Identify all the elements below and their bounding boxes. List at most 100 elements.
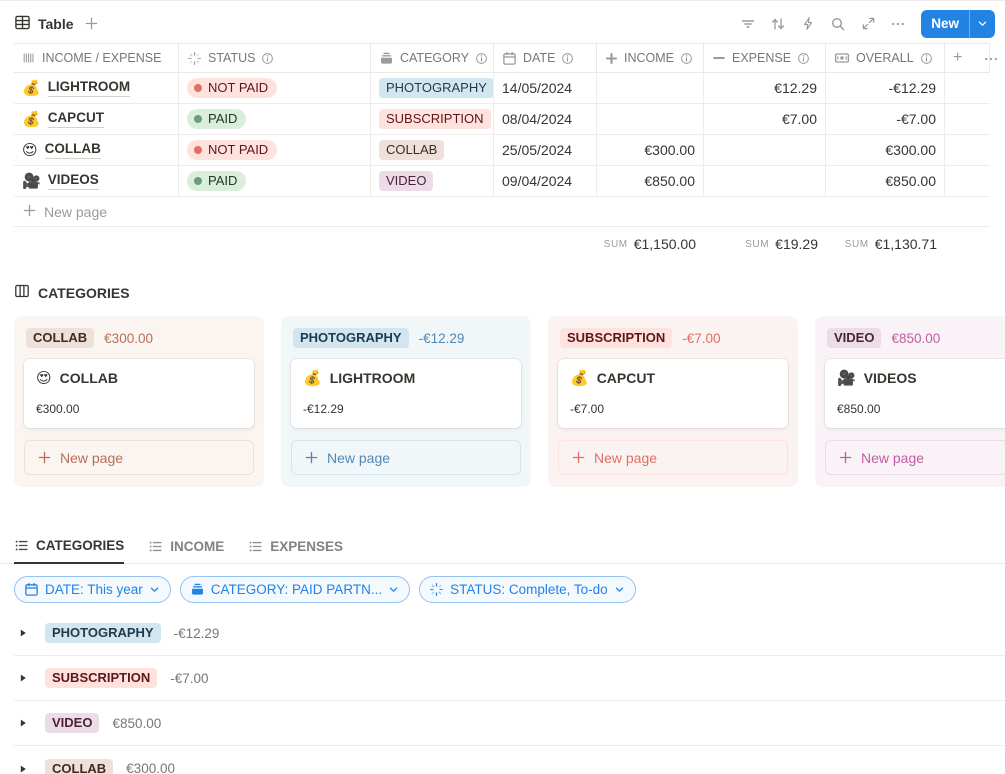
cell-expense[interactable]: €7.00 [704, 104, 826, 134]
status-dot [194, 115, 202, 123]
board-new-page-button[interactable]: New page [558, 440, 788, 476]
cell-date[interactable]: 14/05/2024 [494, 73, 597, 103]
overall-sum[interactable]: SUM €1,130.71 [826, 227, 945, 261]
tab-expenses[interactable]: EXPENSES [248, 538, 343, 564]
add-view-icon[interactable] [84, 16, 99, 31]
info-icon[interactable] [920, 52, 933, 65]
board-column-photography: PHOTOGRAPHY -€12.29 💰 LIGHTROOM -€12.29 New p… [281, 316, 531, 488]
plus-icon [838, 450, 853, 465]
board-card[interactable]: 💰 CAPCUT -€7.00 [558, 359, 788, 429]
income-sum[interactable]: SUM €1,150.00 [597, 227, 704, 261]
collapse-triangle-icon[interactable] [14, 673, 32, 683]
column-header-expense[interactable]: EXPENSE [704, 44, 826, 72]
status-badge: PAID [187, 108, 247, 130]
table-new-page-row[interactable]: New page [14, 197, 990, 227]
filter-chip-category[interactable]: CATEGORY: PAID PARTN... [179, 576, 411, 604]
board-column-subscription: SUBSCRIPTION -€7.00 💰 CAPCUT -€7.00 New page [548, 316, 798, 488]
tab-income[interactable]: INCOME [148, 538, 224, 564]
info-icon[interactable] [797, 52, 810, 65]
cell-category[interactable]: COLLAB [371, 135, 494, 165]
cell-date[interactable]: 08/04/2024 [494, 104, 597, 134]
cell-status[interactable]: NOT PAID [179, 135, 371, 165]
cell-income[interactable]: €300.00 [597, 135, 704, 165]
cell-empty[interactable] [945, 104, 990, 134]
column-header-date[interactable]: DATE [494, 44, 597, 72]
cell-date[interactable]: 09/04/2024 [494, 166, 597, 196]
cell-category[interactable]: SUBSCRIPTION [371, 104, 494, 134]
board-column-header[interactable]: SUBSCRIPTION -€7.00 [560, 328, 786, 349]
status-label: NOT PAID [208, 141, 269, 157]
board-column-header[interactable]: PHOTOGRAPHY -€12.29 [293, 328, 519, 349]
view-tab-table[interactable]: Table [14, 14, 74, 34]
filter-chip-date[interactable]: DATE: This year [14, 576, 171, 604]
cell-income[interactable] [597, 73, 704, 103]
board-column-header[interactable]: VIDEO €850.00 [827, 328, 1005, 349]
board-card[interactable]: 🎥 VIDEOS €850.00 [825, 359, 1005, 429]
cell-income[interactable]: €850.00 [597, 166, 704, 196]
search-button[interactable] [825, 11, 851, 37]
info-icon[interactable] [261, 52, 274, 65]
sum-label: SUM [603, 238, 628, 250]
tab-categories[interactable]: CATEGORIES [14, 538, 125, 565]
cell-title[interactable]: 🎥 VIDEOS [14, 166, 179, 196]
column-header-status[interactable]: STATUS [179, 44, 371, 72]
column-header-label: EXPENSE [732, 51, 792, 65]
cell-status[interactable]: PAID [179, 104, 371, 134]
chevron-down-icon [149, 584, 160, 595]
expand-button[interactable] [855, 11, 881, 37]
collapse-triangle-icon[interactable] [14, 628, 32, 638]
info-icon[interactable] [680, 52, 693, 65]
cell-status[interactable]: PAID [179, 166, 371, 196]
cell-category[interactable]: PHOTOGRAPHY [371, 73, 494, 103]
automation-button[interactable] [795, 11, 821, 37]
info-icon[interactable] [561, 52, 574, 65]
more-button[interactable] [885, 11, 911, 37]
collapse-triangle-icon[interactable] [14, 718, 32, 728]
page-emoji: 💰 [22, 111, 41, 128]
filter-button[interactable] [735, 11, 761, 37]
cell-overall[interactable]: -€12.29 [826, 73, 945, 103]
board-new-page-button[interactable]: New page [291, 440, 521, 476]
group-row-photography: PHOTOGRAPHY -€12.29 [14, 611, 1005, 657]
collapse-triangle-icon[interactable] [14, 764, 32, 774]
column-header-category[interactable]: CATEGORY [371, 44, 494, 72]
cell-overall[interactable]: -€7.00 [826, 104, 945, 134]
cell-expense[interactable] [704, 135, 826, 165]
group-badge: VIDEO [45, 713, 100, 734]
table-more-button[interactable] [978, 44, 1004, 74]
board-card[interactable]: 💰 LIGHTROOM -€12.29 [291, 359, 521, 429]
board-column-header[interactable]: COLLAB €300.00 [26, 328, 252, 349]
cell-title[interactable]: 💰 LIGHTROOM [14, 73, 179, 103]
cell-empty[interactable] [945, 73, 990, 103]
cell-status[interactable]: NOT PAID [179, 73, 371, 103]
cell-category[interactable]: VIDEO [371, 166, 494, 196]
plus-icon [304, 450, 319, 465]
board-new-page-button[interactable]: New page [24, 440, 254, 476]
sum-empty-cell [179, 227, 371, 261]
cell-empty[interactable] [945, 166, 990, 196]
expense-sum[interactable]: SUM €19.29 [704, 227, 826, 261]
bars-icon [22, 51, 36, 65]
cell-income[interactable] [597, 104, 704, 134]
column-header-income[interactable]: INCOME [597, 44, 704, 72]
cell-title[interactable]: 💰 CAPCUT [14, 104, 179, 134]
info-icon[interactable] [475, 52, 488, 65]
cell-title[interactable]: 😍 COLLAB [14, 135, 179, 165]
cell-date[interactable]: 25/05/2024 [494, 135, 597, 165]
cell-expense[interactable]: €12.29 [704, 73, 826, 103]
column-header-overall[interactable]: OVERALL [826, 44, 945, 72]
board-new-page-button[interactable]: New page [825, 440, 1005, 476]
filter-chip-label: STATUS: Complete, To-do [450, 582, 608, 598]
cell-overall[interactable]: €300.00 [826, 135, 945, 165]
sort-button[interactable] [765, 11, 791, 37]
column-header-income-expense[interactable]: INCOME / EXPENSE [14, 44, 179, 72]
cell-empty[interactable] [945, 135, 990, 165]
board-card-value: €850.00 [837, 402, 881, 417]
cell-expense[interactable] [704, 166, 826, 196]
board-card[interactable]: 😍 COLLAB €300.00 [24, 359, 254, 429]
cell-overall[interactable]: €850.00 [826, 166, 945, 196]
filter-chip-status[interactable]: STATUS: Complete, To-do [419, 576, 636, 604]
new-page-label: New page [60, 449, 124, 466]
new-button-chevron[interactable] [969, 9, 995, 38]
new-button[interactable]: New [921, 9, 995, 38]
